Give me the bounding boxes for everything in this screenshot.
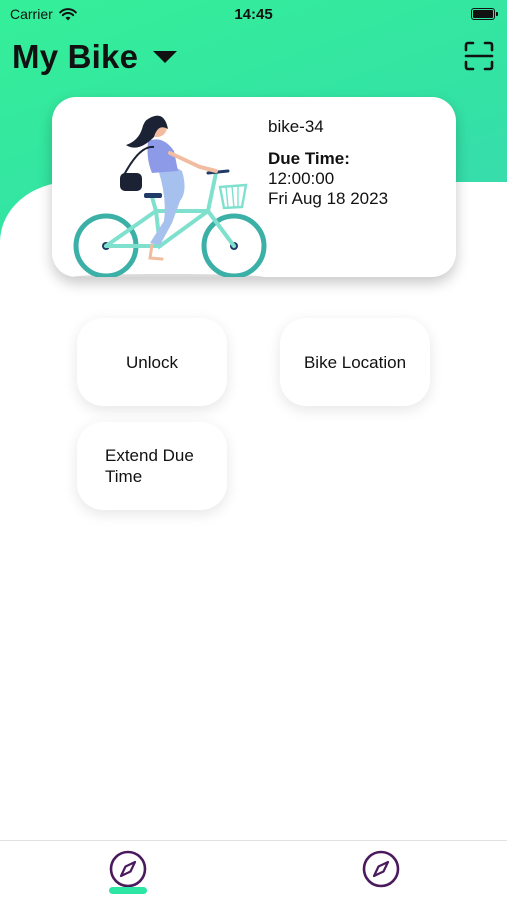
tab-bar — [0, 840, 507, 900]
compass-icon[interactable] — [108, 849, 148, 889]
bike-location-button[interactable]: Bike Location — [280, 318, 430, 406]
unlock-button[interactable]: Unlock — [77, 318, 227, 406]
page-title: My Bike — [12, 38, 139, 75]
due-time-value: 12:00:00 — [268, 169, 335, 188]
bike-info: bike-34 Due Time: 12:00:00 Fri Aug 18 20… — [268, 117, 388, 209]
active-tab-indicator — [109, 887, 147, 894]
bike-card: bike-34 Due Time: 12:00:00 Fri Aug 18 20… — [52, 97, 456, 277]
bike-selector[interactable]: My Bike — [12, 38, 178, 76]
unlock-button-label: Unlock — [126, 352, 178, 372]
status-time: 14:45 — [234, 6, 273, 23]
compass-icon[interactable] — [361, 849, 401, 889]
due-time-label: Due Time: — [268, 149, 350, 168]
extend-due-time-button-label: Extend Due Time — [105, 446, 194, 486]
extend-due-time-button[interactable]: Extend Due Time — [77, 422, 227, 510]
dropdown-arrow-icon[interactable] — [152, 50, 178, 64]
due-date-value: Fri Aug 18 2023 — [268, 189, 389, 208]
bike-id: bike-34 — [268, 117, 324, 136]
cyclist-illustration — [73, 115, 267, 277]
status-bar: Carrier 14:45 — [0, 0, 507, 30]
scan-qr-icon[interactable] — [463, 40, 495, 72]
bike-location-button-label: Bike Location — [303, 352, 407, 372]
battery-icon — [471, 8, 498, 20]
